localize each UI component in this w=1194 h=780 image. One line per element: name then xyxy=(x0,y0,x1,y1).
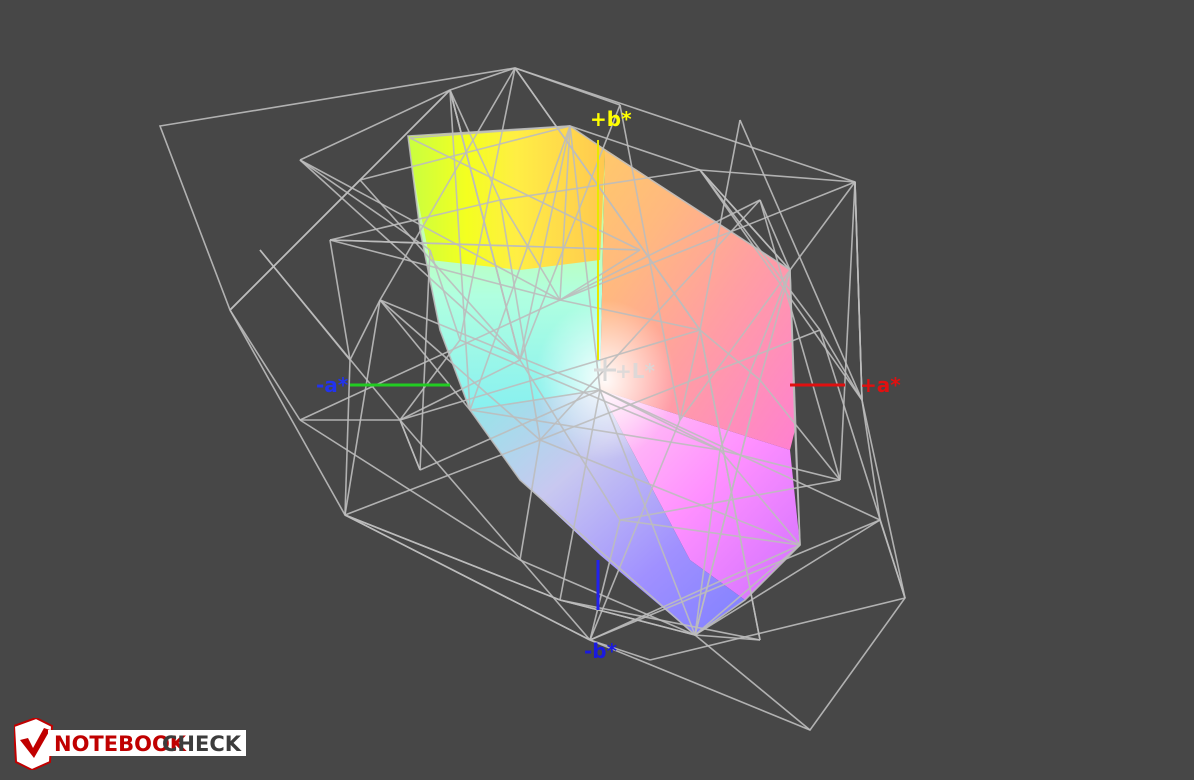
plus-b-label: +b* xyxy=(590,107,632,131)
notebookcheck-logo: NOTEBOOK CHECK xyxy=(12,716,249,772)
minus-a-label: -a* xyxy=(316,373,349,397)
plus-a-label: +a* xyxy=(860,373,901,397)
logo-text-check: CHECK xyxy=(162,732,242,756)
plus-l-label: +L* xyxy=(615,359,656,383)
gamut-view: +b* -b* +a* -a* +L* NOTEBOOK CHECK xyxy=(0,0,1194,776)
minus-b-label: -b* xyxy=(584,639,618,663)
